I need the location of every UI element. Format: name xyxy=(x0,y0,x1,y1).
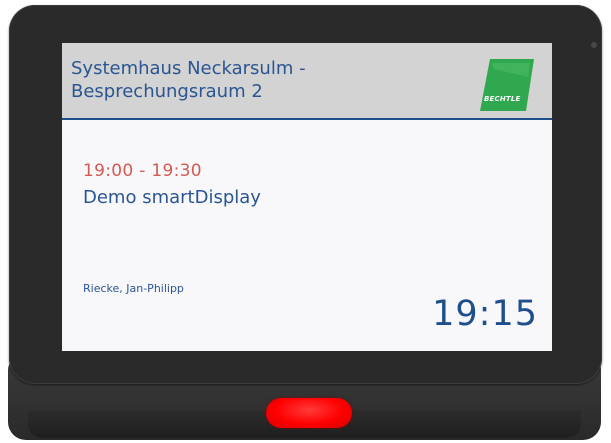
bechtle-logo: BECHTLE xyxy=(480,59,534,111)
meeting-organizer: Riecke, Jan-Philipp xyxy=(83,282,184,295)
current-time-clock: 19:15 xyxy=(432,294,538,334)
screen-header: Systemhaus Neckarsulm - Besprechungsraum… xyxy=(62,43,552,120)
logo-shape xyxy=(480,59,534,111)
camera-icon xyxy=(591,42,597,48)
device-stage: Systemhaus Neckarsulm - Besprechungsraum… xyxy=(0,0,611,443)
meeting-time-range: 19:00 - 19:30 xyxy=(83,161,202,181)
meeting-subject: Demo smartDisplay xyxy=(83,187,261,208)
logo-text: BECHTLE xyxy=(484,95,521,103)
status-led-button[interactable] xyxy=(266,398,352,428)
display-screen: Systemhaus Neckarsulm - Besprechungsraum… xyxy=(62,43,552,351)
room-title: Systemhaus Neckarsulm - Besprechungsraum… xyxy=(71,58,306,102)
